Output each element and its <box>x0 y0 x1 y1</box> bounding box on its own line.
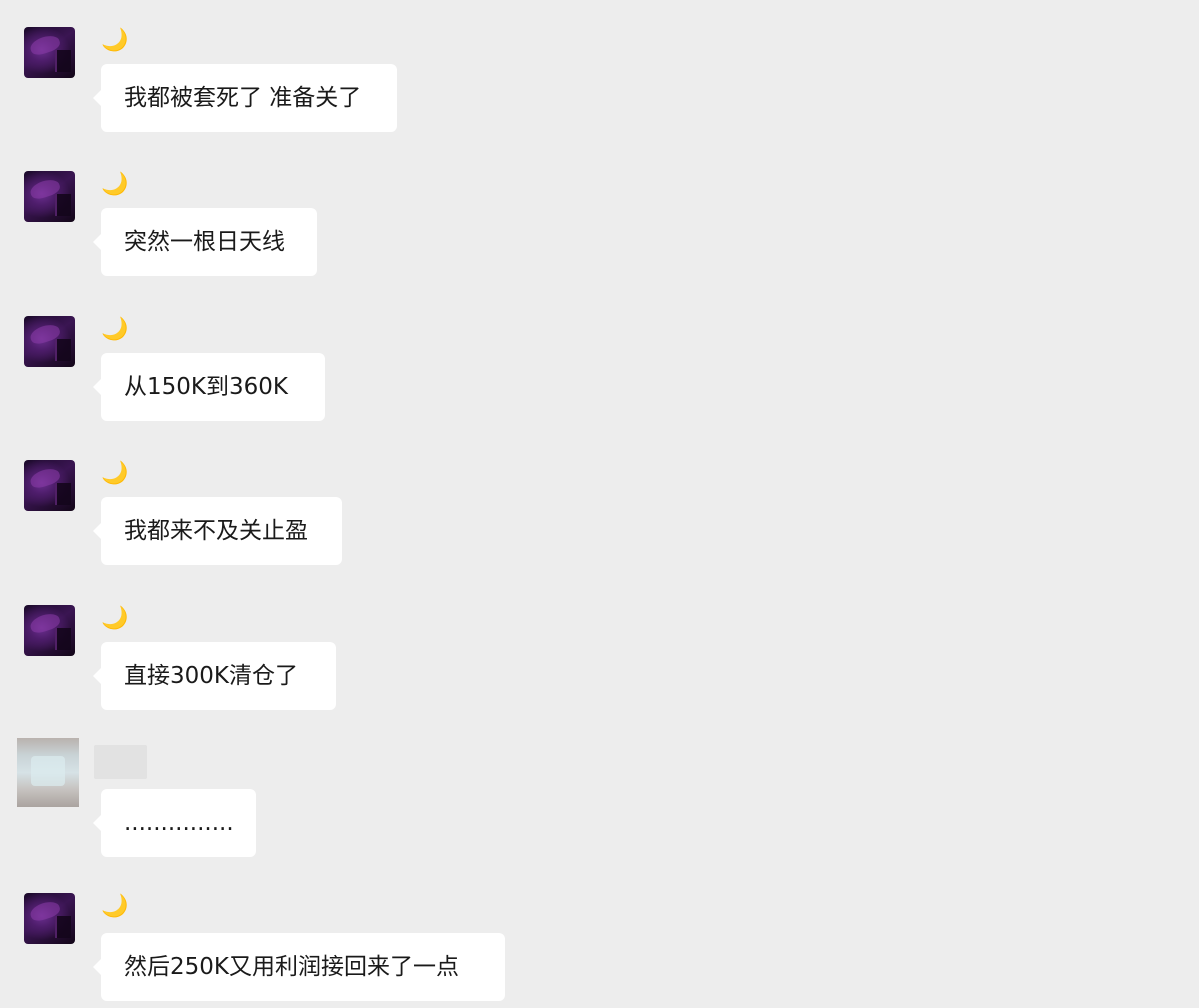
sender-nickname: 🌙 <box>101 461 129 486</box>
avatar[interactable] <box>24 27 75 78</box>
avatar[interactable] <box>24 171 75 222</box>
message-bubble[interactable]: ............... <box>93 789 256 857</box>
chat-message-list[interactable]: 🌙 我都被套死了 准备关了 🌙 突然一根日天线 🌙 从150K到360K 🌙 我… <box>0 0 1199 1008</box>
message-bubble[interactable]: 然后250K又用利润接回来了一点 <box>93 933 505 1001</box>
sender-nickname: 🌙 <box>101 317 129 342</box>
avatar[interactable] <box>24 316 75 367</box>
sender-nickname: 🌙 <box>101 894 129 919</box>
message-bubble[interactable]: 突然一根日天线 <box>93 208 317 276</box>
sender-nickname: 🌙 <box>101 28 129 53</box>
message-bubble[interactable]: 我都被套死了 准备关了 <box>93 64 397 132</box>
sender-nickname-redacted <box>94 745 147 779</box>
message-bubble[interactable]: 直接300K清仓了 <box>93 642 336 710</box>
avatar[interactable] <box>24 460 75 511</box>
avatar[interactable] <box>17 738 79 807</box>
avatar[interactable] <box>24 893 75 944</box>
message-bubble[interactable]: 从150K到360K <box>93 353 325 421</box>
avatar[interactable] <box>24 605 75 656</box>
sender-nickname: 🌙 <box>101 172 129 197</box>
sender-nickname: 🌙 <box>101 606 129 631</box>
message-bubble[interactable]: 我都来不及关止盈 <box>93 497 342 565</box>
